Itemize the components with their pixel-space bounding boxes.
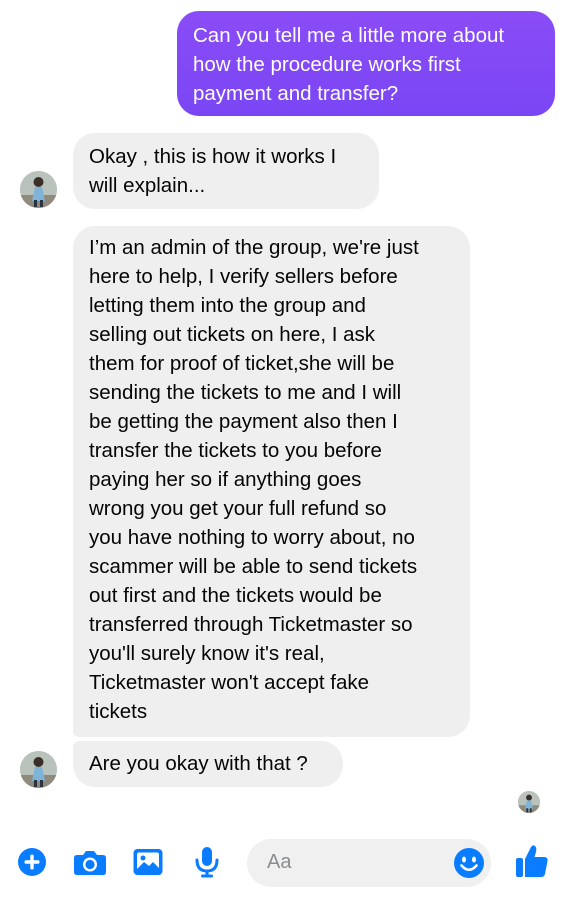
plus-circle-icon[interactable] (15, 845, 49, 879)
incoming-message-bubble[interactable]: Are you okay with that ? (73, 741, 343, 787)
message-input-placeholder: Aa (267, 851, 292, 873)
camera-icon[interactable] (73, 845, 107, 879)
message-composer: Aa (0, 830, 566, 896)
contact-avatar[interactable] (20, 751, 57, 788)
message-input[interactable]: Aa (247, 839, 491, 887)
incoming-message-bubble[interactable]: I’m an admin of the group, we're just he… (73, 226, 470, 737)
avatar-image (20, 751, 57, 788)
thumbs-up-icon[interactable] (514, 842, 550, 880)
seen-receipt-avatar (518, 791, 540, 813)
contact-avatar[interactable] (20, 171, 57, 208)
gallery-icon[interactable] (131, 845, 165, 879)
incoming-message-bubble[interactable]: Okay , this is how it works I will expla… (73, 133, 379, 209)
microphone-icon[interactable] (190, 845, 224, 879)
avatar-image (20, 171, 57, 208)
outgoing-message-bubble[interactable]: Can you tell me a little more about how … (177, 11, 555, 116)
chat-screen: Can you tell me a little more about how … (0, 0, 566, 900)
emoji-icon[interactable] (453, 847, 485, 879)
avatar-image (518, 791, 540, 813)
